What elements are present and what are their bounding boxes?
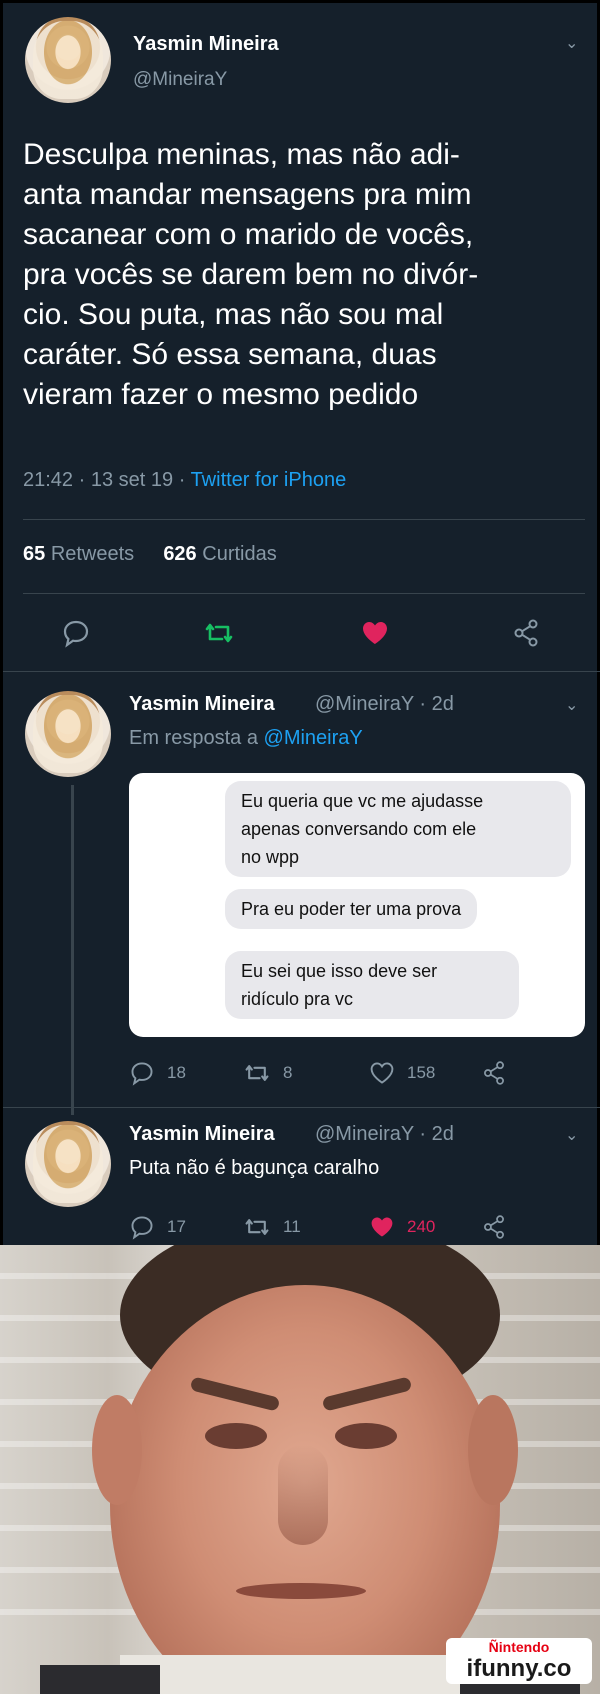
share-button[interactable]	[511, 615, 541, 651]
chat-bubble: Eu queria que vc me ajudasse apenas conv…	[225, 781, 571, 877]
chat-bubble: Pra eu poder ter uma prova	[225, 889, 478, 929]
in-reply-to: Em resposta a @MineiraY	[129, 727, 363, 749]
retweet-button[interactable]: 11	[243, 1209, 301, 1245]
reply-action-bar: 17 11 240	[3, 1209, 600, 1245]
share-icon	[484, 1215, 504, 1239]
chevron-down-icon[interactable]: ⌄	[565, 1125, 578, 1145]
reply-button[interactable]: 18	[129, 1055, 186, 1091]
tweet-date: 13 set 19	[90, 469, 174, 491]
retweet-button[interactable]: 8	[243, 1055, 292, 1091]
like-count: 240	[407, 1217, 436, 1236]
attached-chat-screenshot[interactable]: Eu queria que vc me ajudasse apenas conv…	[129, 773, 585, 1037]
like-button[interactable]: 240	[369, 1209, 435, 1245]
reply-handle-time[interactable]: @MineiraY · 2d	[315, 1123, 454, 1146]
chevron-down-icon[interactable]: ⌄	[565, 33, 578, 53]
chat-bubble: Eu sei que isso deve ser ridículo pra vc	[225, 951, 519, 1019]
reply-text: Puta não é bagunça caralho	[129, 1157, 380, 1179]
share-icon	[514, 619, 538, 647]
like-button[interactable]: 158	[369, 1055, 435, 1091]
divider	[23, 593, 585, 594]
tweet-source-link[interactable]: Twitter for iPhone	[191, 469, 347, 491]
tweet-action-bar	[3, 615, 600, 651]
divider	[23, 519, 585, 520]
heart-icon	[371, 1217, 393, 1237]
share-button[interactable]	[481, 1055, 507, 1091]
reply-icon	[131, 1216, 153, 1240]
retweet-icon	[245, 1065, 269, 1081]
avatar[interactable]	[25, 17, 111, 103]
author-name[interactable]: Yasmin Mineira	[133, 33, 279, 56]
tweet-time: 21:42	[23, 469, 74, 491]
likes-stat[interactable]: 626 Curtidas	[163, 543, 276, 565]
reply-icon	[63, 620, 89, 648]
reply-action-bar: 18 8 158	[3, 1055, 600, 1091]
tweet-meta: 21:42 · 13 set 19 · Twitter for iPhone	[23, 469, 347, 491]
retweet-count: 11	[283, 1217, 301, 1236]
reply-button[interactable]	[61, 615, 91, 651]
heart-icon	[363, 622, 387, 644]
tweet-text: Desculpa meninas, mas não adi- anta mand…	[23, 138, 479, 411]
retweets-stat[interactable]: 65 Retweets	[23, 543, 134, 565]
tweet-stats: 65 Retweets 626 Curtidas	[23, 543, 277, 566]
reply-icon	[131, 1062, 153, 1086]
like-button[interactable]	[360, 615, 390, 651]
avatar[interactable]	[25, 691, 111, 777]
reply-count: 18	[167, 1063, 186, 1082]
reply-author-name[interactable]: Yasmin Mineira	[129, 1123, 275, 1146]
reply-handle-time[interactable]: @MineiraY · 2d	[315, 693, 454, 716]
reply-button[interactable]: 17	[129, 1209, 186, 1245]
share-button[interactable]	[481, 1209, 507, 1245]
tweet-thread: Yasmin Mineira @MineiraY ⌄ Desculpa meni…	[0, 0, 600, 1245]
retweet-button[interactable]	[203, 615, 235, 651]
author-handle[interactable]: @MineiraY	[133, 69, 227, 91]
ifunny-watermark: Ñintendo ifunny.co	[446, 1638, 592, 1684]
divider	[3, 671, 600, 672]
like-count: 158	[407, 1063, 436, 1082]
retweet-icon	[245, 1219, 269, 1235]
crying-man-reaction-image: Ñintendo ifunny.co	[0, 1245, 600, 1694]
heart-outline-icon	[370, 1062, 394, 1084]
divider	[3, 1107, 600, 1108]
share-icon	[484, 1061, 504, 1085]
retweet-count: 8	[283, 1063, 293, 1082]
reply-count: 17	[167, 1217, 186, 1236]
chevron-down-icon[interactable]: ⌄	[565, 695, 578, 715]
mention-link[interactable]: @MineiraY	[264, 727, 363, 749]
retweet-icon	[205, 623, 233, 643]
avatar[interactable]	[25, 1121, 111, 1207]
reply-author-name[interactable]: Yasmin Mineira	[129, 693, 275, 716]
